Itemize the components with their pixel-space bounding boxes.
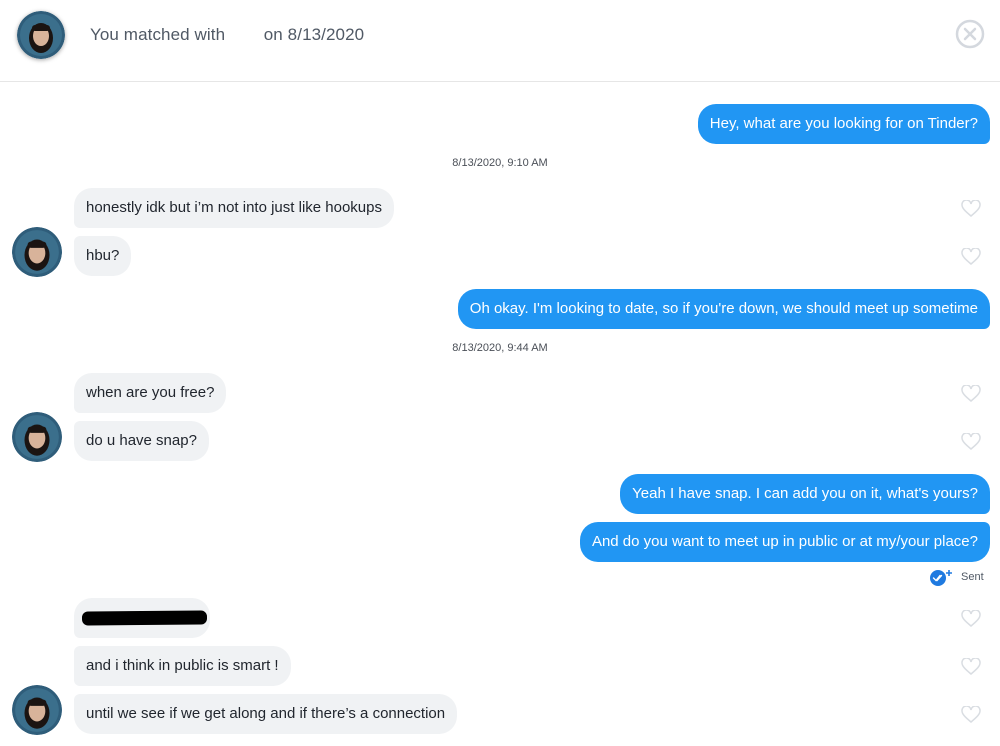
avatar-image-icon bbox=[12, 412, 62, 462]
match-title: You matched with on 8/13/2020 bbox=[90, 25, 365, 44]
match-avatar[interactable] bbox=[12, 685, 62, 735]
message-bubble-incoming[interactable]: honestly idk but i’m not into just like … bbox=[74, 188, 394, 228]
match-avatar[interactable] bbox=[17, 11, 65, 59]
close-button[interactable] bbox=[955, 19, 985, 49]
message-bubble-incoming[interactable]: hbu? bbox=[74, 236, 132, 276]
chat-header: You matched with on 8/13/2020 bbox=[0, 0, 1000, 82]
message-timestamp: 8/13/2020, 9:44 AM bbox=[452, 342, 548, 354]
like-heart-icon[interactable] bbox=[961, 657, 981, 676]
like-heart-icon[interactable] bbox=[961, 384, 981, 403]
delivery-status: Sent bbox=[929, 567, 984, 587]
message-bubble-outgoing[interactable]: Oh okay. I'm looking to date, so if you'… bbox=[457, 289, 990, 329]
like-heart-icon[interactable] bbox=[961, 705, 981, 724]
message-bubble-outgoing[interactable]: Yeah I have snap. I can add you on it, w… bbox=[620, 474, 990, 514]
message-bubble-outgoing[interactable]: And do you want to meet up in public or … bbox=[579, 522, 990, 562]
double-check-icon bbox=[930, 570, 952, 586]
avatar-image-icon bbox=[12, 685, 62, 735]
match-avatar[interactable] bbox=[12, 227, 62, 277]
message-timestamp: 8/13/2020, 9:10 AM bbox=[452, 157, 548, 169]
avatar-image-icon bbox=[12, 227, 62, 277]
message-bubble-incoming[interactable]: until we see if we get along and if ther… bbox=[74, 694, 458, 734]
redaction-mark bbox=[81, 610, 208, 626]
sent-label: Sent bbox=[961, 571, 984, 583]
message-bubble-incoming-redacted[interactable] bbox=[74, 598, 210, 638]
like-heart-icon[interactable] bbox=[961, 609, 981, 628]
like-heart-icon[interactable] bbox=[961, 432, 981, 451]
message-bubble-outgoing[interactable]: Hey, what are you looking for on Tinder? bbox=[697, 104, 990, 144]
message-bubble-incoming[interactable]: and i think in public is smart ! bbox=[74, 646, 291, 686]
close-circle-icon bbox=[955, 19, 985, 49]
avatar-image-icon bbox=[17, 11, 65, 59]
like-heart-icon[interactable] bbox=[961, 247, 981, 266]
like-heart-icon[interactable] bbox=[961, 199, 981, 218]
match-avatar[interactable] bbox=[12, 412, 62, 462]
message-bubble-incoming[interactable]: when are you free? bbox=[74, 373, 227, 413]
message-bubble-incoming[interactable]: do u have snap? bbox=[74, 421, 209, 461]
